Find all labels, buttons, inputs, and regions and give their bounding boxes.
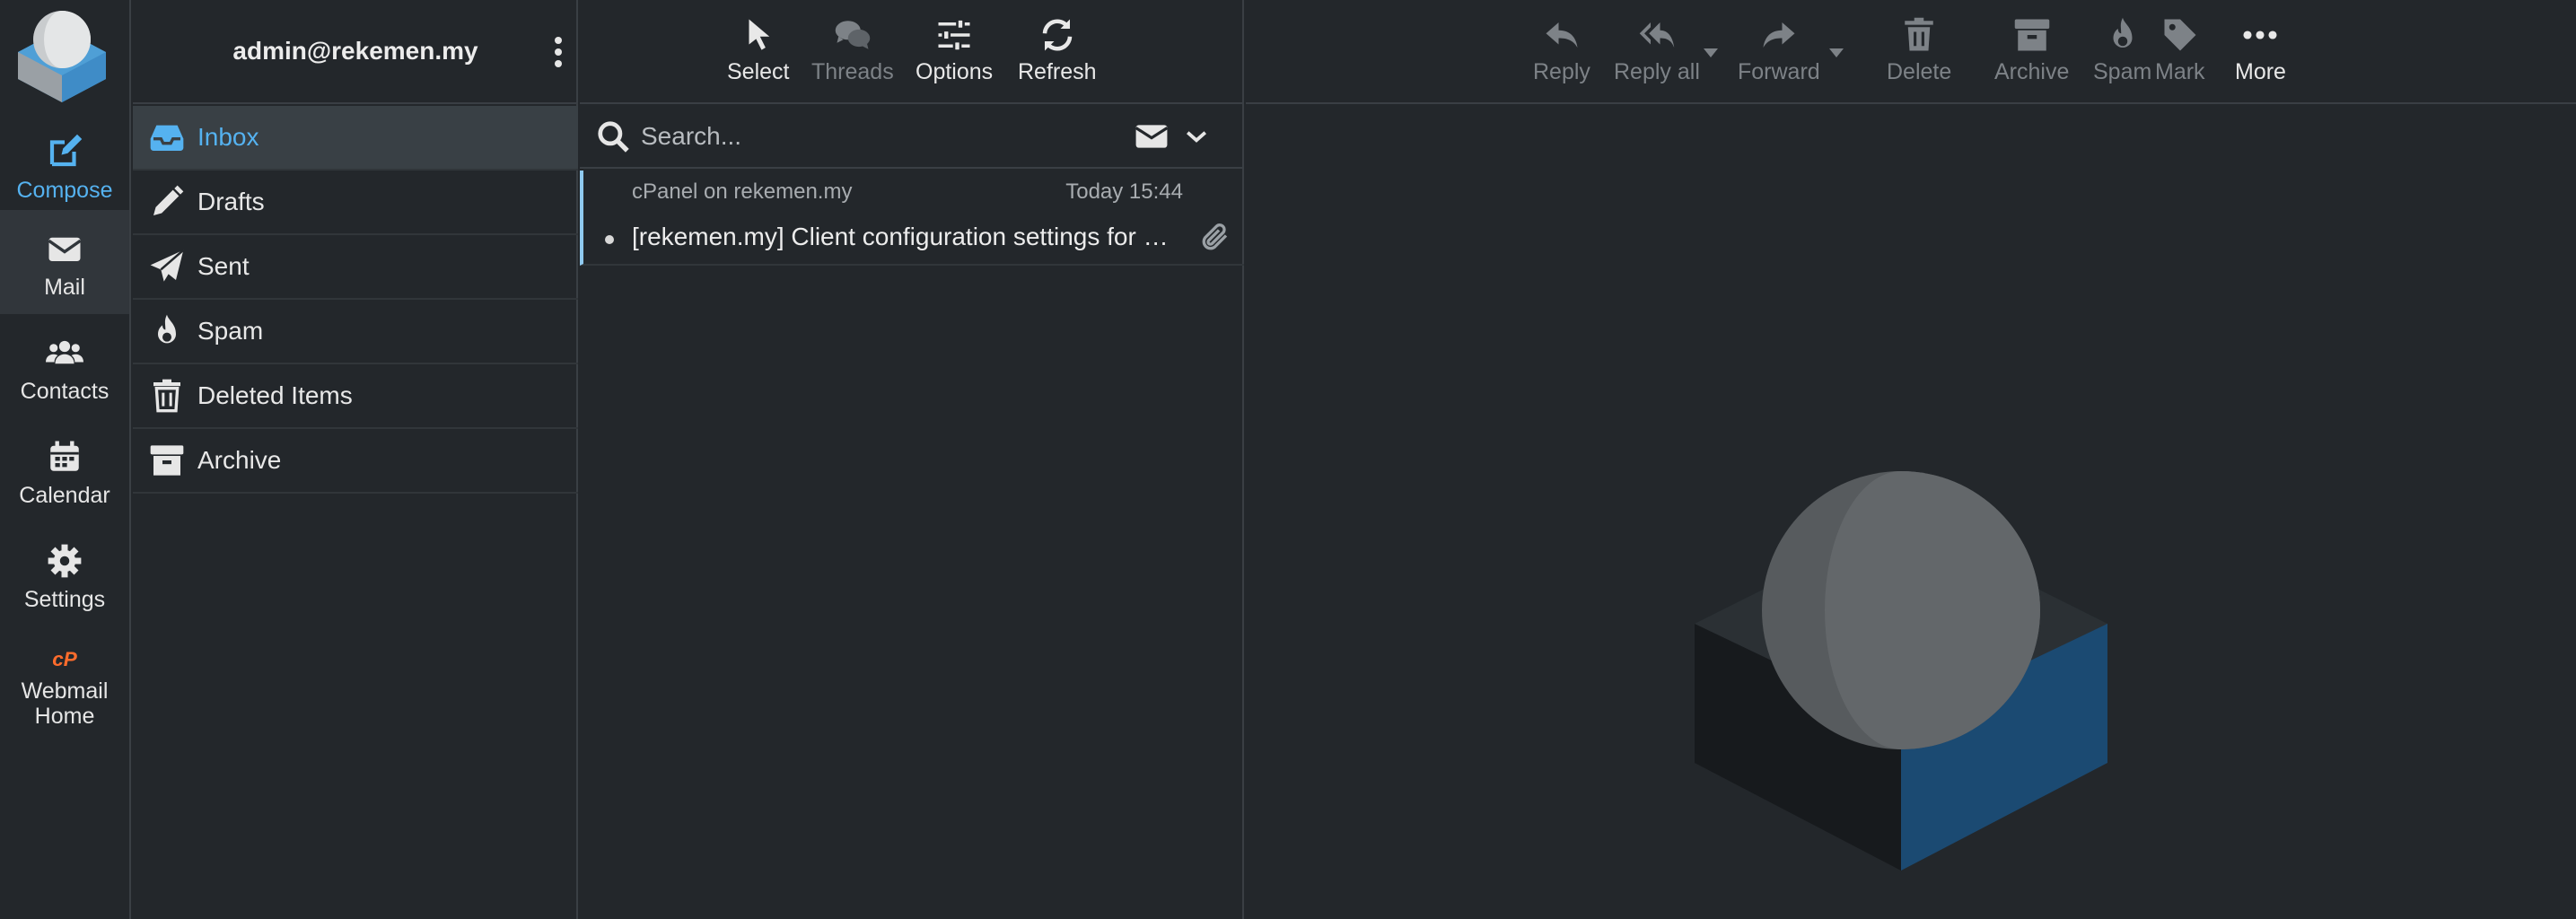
more-button-label: More <box>2235 59 2286 84</box>
select-button[interactable]: Select <box>727 16 789 93</box>
reply-all-icon <box>1639 22 1675 48</box>
folder-drafts[interactable]: Drafts <box>133 171 578 235</box>
tag-icon <box>2164 19 2196 51</box>
roundcube-logo[interactable] <box>13 7 111 104</box>
preview-pane: Reply Reply all Forward Delete Archive S… <box>1246 0 2576 919</box>
cpanel-icon: cP <box>52 648 78 670</box>
reply-button-label: Reply <box>1533 59 1590 84</box>
message-row[interactable]: cPanel on rekemen.my Today 15:44 [rekeme… <box>580 171 1244 266</box>
webmail-app: Compose Mail Contacts Calendar Settings … <box>0 0 2576 919</box>
compose-icon <box>49 134 83 167</box>
folder-sent[interactable]: Sent <box>133 235 578 300</box>
folder-drafts-label: Drafts <box>197 188 265 215</box>
archive-button[interactable]: Archive <box>1994 16 2069 93</box>
app-rail: Compose Mail Contacts Calendar Settings … <box>0 0 131 919</box>
folder-spam[interactable]: Spam <box>133 300 578 364</box>
chevron-down-icon[interactable] <box>1185 125 1208 148</box>
rail-calendar-label: Calendar <box>19 483 110 508</box>
reply-button[interactable]: Reply <box>1533 16 1590 93</box>
forward-icon <box>1763 22 1795 48</box>
cursor-icon <box>749 19 769 50</box>
gear-icon <box>48 544 82 578</box>
options-button-label: Options <box>916 59 994 84</box>
archive-icon <box>2014 19 2049 51</box>
folder-inbox[interactable]: Inbox <box>133 106 578 171</box>
refresh-button[interactable]: Refresh <box>1018 16 1097 93</box>
forward-button-label: Forward <box>1738 59 1820 84</box>
forward-button[interactable]: Forward <box>1738 16 1820 93</box>
rail-settings-label: Settings <box>23 587 106 612</box>
folder-archive-label: Archive <box>197 446 282 474</box>
folder-archive[interactable]: Archive <box>133 429 578 494</box>
reply-all-button[interactable]: Reply all <box>1614 16 1700 93</box>
folder-inbox-label: Inbox <box>197 123 259 151</box>
threads-icon <box>835 21 871 49</box>
rail-compose[interactable]: Compose <box>0 113 129 217</box>
archive-icon <box>150 445 184 476</box>
mark-button-label: Mark <box>2155 59 2205 84</box>
forward-dropdown-icon[interactable] <box>1829 48 1844 57</box>
archive-button-label: Archive <box>1994 59 2070 84</box>
delete-button[interactable]: Delete <box>1887 16 1951 93</box>
folder-deleted-items-label: Deleted Items <box>197 381 353 409</box>
fire-icon <box>2113 17 2133 48</box>
account-email: admin@rekemen.my <box>232 37 478 65</box>
list-toolbar: Select Threads Options Refresh <box>580 0 1244 104</box>
threads-button-label: Threads <box>811 59 894 84</box>
rail-contacts[interactable]: Contacts <box>0 314 129 418</box>
search-input[interactable] <box>641 122 1108 151</box>
paper-plane-icon <box>150 249 185 282</box>
search-icon <box>598 121 629 153</box>
message-subject: [rekemen.my] Client configuration settin… <box>632 223 1170 250</box>
kebab-menu-icon[interactable] <box>551 36 565 68</box>
message-sender: cPanel on rekemen.my <box>632 179 853 204</box>
more-button[interactable]: More <box>2235 16 2286 93</box>
trash-icon <box>153 379 180 413</box>
rail-calendar[interactable]: Calendar <box>0 418 129 522</box>
pencil-icon <box>153 185 184 215</box>
unread-dot-icon <box>605 235 614 244</box>
paperclip-icon <box>1202 223 1228 250</box>
delete-button-label: Delete <box>1887 59 1952 84</box>
refresh-icon <box>1042 19 1073 51</box>
threads-button[interactable]: Threads <box>811 16 894 93</box>
roundcube-watermark-logo <box>1695 471 2107 871</box>
folder-pane: admin@rekemen.my Inbox Drafts Sent Spam … <box>133 0 578 919</box>
inbox-icon <box>150 125 184 151</box>
trash-icon <box>1905 17 1933 51</box>
calendar-icon <box>50 441 79 471</box>
folder-deleted-items[interactable]: Deleted Items <box>133 364 578 429</box>
rail-webmail-home-label: Webmail Home <box>21 678 109 729</box>
fire-icon <box>158 314 176 344</box>
envelope-icon[interactable] <box>1135 119 1169 153</box>
options-button[interactable]: Options <box>916 16 993 93</box>
message-toolbar: Reply Reply all Forward Delete Archive S… <box>1246 0 2576 104</box>
reply-icon <box>1546 22 1578 48</box>
sliders-icon <box>938 18 970 52</box>
contacts-icon <box>46 340 83 364</box>
spam-button[interactable]: Spam <box>2093 16 2151 93</box>
mark-button[interactable]: Mark <box>2155 16 2205 93</box>
ellipsis-icon <box>2243 31 2278 39</box>
message-list-pane: Select Threads Options Refresh cPanel on… <box>580 0 1244 919</box>
search-bar <box>580 106 1244 169</box>
reply-all-button-label: Reply all <box>1614 59 1700 84</box>
rail-contacts-label: Contacts <box>20 379 110 404</box>
reply-all-dropdown-icon[interactable] <box>1704 48 1718 57</box>
folder-header: admin@rekemen.my <box>133 0 578 104</box>
spam-button-label: Spam <box>2093 59 2152 84</box>
rail-settings[interactable]: Settings <box>0 522 129 626</box>
rail-compose-label: Compose <box>16 178 113 203</box>
svg-text:cP: cP <box>52 648 78 670</box>
select-button-label: Select <box>727 59 790 84</box>
message-date: Today 15:44 <box>1065 179 1183 204</box>
refresh-button-label: Refresh <box>1018 59 1097 84</box>
folder-sent-label: Sent <box>197 252 250 280</box>
mail-icon <box>48 237 82 261</box>
rail-mail[interactable]: Mail <box>0 210 129 314</box>
rail-webmail-home[interactable]: cP Webmail Home <box>0 625 129 729</box>
rail-mail-label: Mail <box>44 275 85 300</box>
folder-spam-label: Spam <box>197 317 264 345</box>
